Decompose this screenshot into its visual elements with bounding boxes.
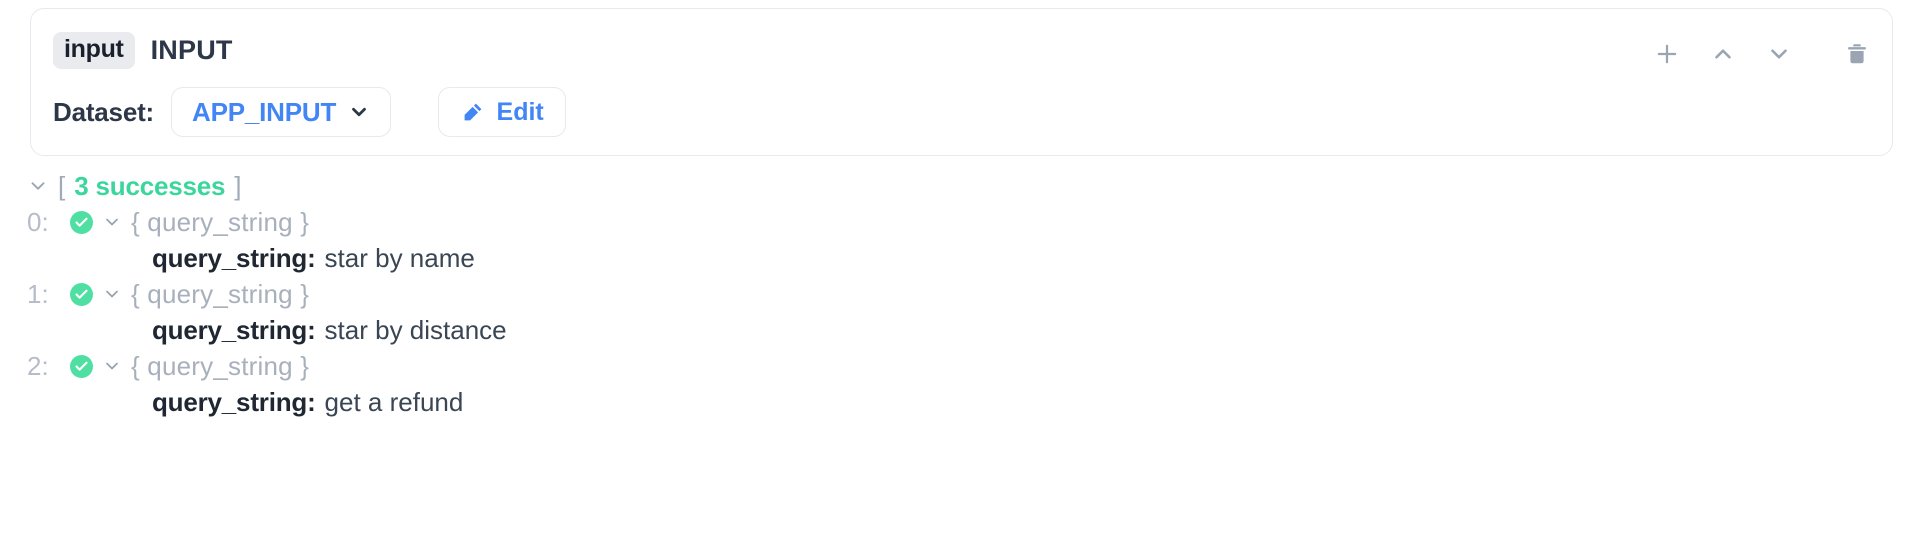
list-item[interactable]: 0: { query_string } — [0, 204, 1922, 240]
results-summary-text: 3 successes — [74, 170, 226, 201]
card-title-row: input INPUT — [53, 31, 233, 69]
field-key: query_string: — [152, 314, 316, 345]
edit-button[interactable]: Edit — [438, 87, 567, 137]
chevron-up-icon[interactable] — [1708, 39, 1738, 69]
field-key: query_string: — [152, 386, 316, 417]
plus-icon[interactable] — [1652, 39, 1682, 69]
list-item-index: 2: — [27, 350, 49, 381]
list-item-index: 0: — [27, 206, 49, 237]
chevron-down-icon[interactable] — [102, 212, 122, 232]
list-item-index: 1: — [27, 278, 49, 309]
list-item-field: query_string: star by distance — [0, 312, 1922, 348]
chevron-down-icon[interactable] — [102, 356, 122, 376]
input-node-card: input INPUT Dataset: APP_INPUT Edit — [30, 8, 1893, 156]
bracket-open: [ — [58, 170, 66, 201]
check-circle-icon — [70, 282, 93, 306]
check-circle-icon — [70, 210, 93, 234]
field-value: star by name — [324, 242, 475, 273]
results-summary-row[interactable]: [ 3 successes ] — [0, 168, 1922, 204]
field-value: get a refund — [324, 386, 464, 417]
dataset-select[interactable]: APP_INPUT — [171, 87, 392, 137]
check-circle-icon — [70, 354, 93, 378]
list-item-object-label: { query_string } — [131, 206, 310, 237]
trash-icon[interactable] — [1842, 39, 1872, 69]
list-item-field: query_string: star by name — [0, 240, 1922, 276]
chevron-down-icon — [348, 101, 370, 123]
dataset-label: Dataset: — [53, 96, 154, 127]
field-key: query_string: — [152, 242, 316, 273]
list-item-field: query_string: get a refund — [0, 384, 1922, 420]
chevron-down-icon[interactable] — [27, 175, 49, 197]
card-toolbar — [1652, 37, 1872, 71]
bracket-close: ] — [234, 170, 242, 201]
chevron-down-icon[interactable] — [102, 284, 122, 304]
dataset-row: Dataset: APP_INPUT Edit — [53, 87, 567, 137]
list-item[interactable]: 1: { query_string } — [0, 276, 1922, 312]
pencil-icon — [461, 100, 485, 124]
field-value: star by distance — [324, 314, 507, 345]
page-title: INPUT — [150, 34, 233, 65]
list-item-object-label: { query_string } — [131, 350, 310, 381]
list-item-object-label: { query_string } — [131, 278, 310, 309]
results-list: [ 3 successes ] 0: { query_string } quer… — [0, 168, 1922, 420]
list-item[interactable]: 2: { query_string } — [0, 348, 1922, 384]
dataset-select-value: APP_INPUT — [192, 96, 337, 127]
edit-button-label: Edit — [496, 97, 544, 126]
node-type-badge: input — [53, 31, 135, 69]
chevron-down-icon[interactable] — [1764, 39, 1794, 69]
